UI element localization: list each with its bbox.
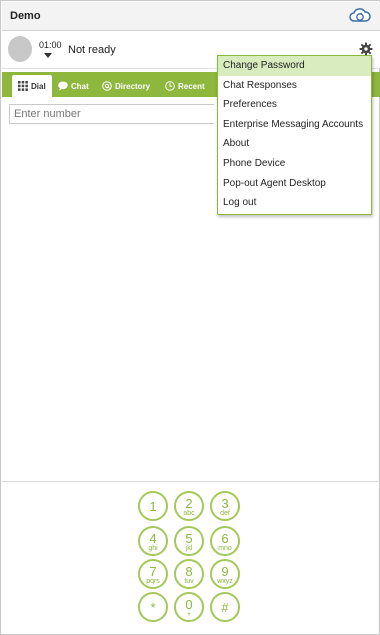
menu-item-chat-responses[interactable]: Chat Responses <box>218 76 371 96</box>
dial-key-letters: pqrs <box>146 578 160 585</box>
dial-key-hash[interactable]: # <box>210 592 240 622</box>
dial-key-letters: ghi <box>148 545 158 552</box>
number-input[interactable] <box>10 105 214 123</box>
dial-key-7[interactable]: 7 pqrs <box>138 559 168 589</box>
tab-chat-label: Chat <box>71 81 89 91</box>
dial-key-star[interactable]: * <box>138 592 168 622</box>
dial-key-letters: mno <box>218 545 232 552</box>
app-title: Demo <box>10 10 41 22</box>
menu-item-pop-out[interactable]: Pop-out Agent Desktop <box>218 174 371 194</box>
tab-dial-label: Dial <box>31 81 46 91</box>
dial-key-6[interactable]: 6 mno <box>210 526 240 556</box>
dial-key-digit: * <box>150 600 156 615</box>
dial-key-1[interactable]: 1 <box>138 491 168 521</box>
dial-key-digit: 1 <box>149 499 157 514</box>
settings-menu: Change Password Chat Responses Preferenc… <box>217 55 372 215</box>
dial-key-8[interactable]: 8 tuv <box>174 559 204 589</box>
dial-key-letters: tuv <box>184 578 194 585</box>
menu-item-preferences[interactable]: Preferences <box>218 95 371 115</box>
tab-recent[interactable]: Recent <box>159 75 211 97</box>
dial-key-3[interactable]: 3 def <box>210 491 240 521</box>
gear-icon[interactable] <box>359 42 373 56</box>
dial-key-digit: 7 <box>149 564 157 579</box>
status-dropdown-caret-icon[interactable] <box>44 53 52 58</box>
dial-key-digit: 3 <box>221 496 229 511</box>
status-timer: 01:00 <box>39 40 62 50</box>
dial-key-digit: 4 <box>149 531 157 546</box>
dial-key-letters: abc <box>183 510 195 517</box>
clock-icon <box>165 81 175 91</box>
avatar <box>8 36 32 62</box>
dial-key-9[interactable]: 9 wxyz <box>210 559 240 589</box>
cloud-sync-icon[interactable] <box>349 6 371 26</box>
tab-directory-label: Directory <box>115 81 151 91</box>
dial-key-letters: + <box>186 611 192 618</box>
grid-icon <box>18 81 28 91</box>
agent-state-label: Not ready <box>68 44 116 56</box>
dial-key-digit: 5 <box>185 531 193 546</box>
menu-item-change-password[interactable]: Change Password <box>218 56 371 76</box>
tab-directory[interactable]: Directory <box>96 75 156 97</box>
dial-key-0[interactable]: 0 + <box>174 592 204 622</box>
chat-bubble-icon <box>58 81 68 91</box>
tab-dial[interactable]: Dial <box>12 75 52 97</box>
menu-item-about[interactable]: About <box>218 134 371 154</box>
at-icon <box>102 81 112 91</box>
dial-key-4[interactable]: 4 ghi <box>138 526 168 556</box>
dial-key-2[interactable]: 2 abc <box>174 491 204 521</box>
dial-key-digit: 2 <box>185 496 193 511</box>
menu-item-log-out[interactable]: Log out <box>218 193 371 213</box>
dial-key-letters: wxyz <box>217 578 233 585</box>
keypad-divider <box>2 481 380 482</box>
agent-desktop-window: Demo 01:00 Not ready Dial Chat Directory… <box>0 0 380 635</box>
dial-key-letters: jkl <box>185 545 193 552</box>
dial-key-digit: 6 <box>221 531 229 546</box>
dial-key-digit: # <box>221 600 229 615</box>
dial-key-5[interactable]: 5 jkl <box>174 526 204 556</box>
menu-item-enterprise-messaging[interactable]: Enterprise Messaging Accounts <box>218 115 371 135</box>
menu-item-phone-device[interactable]: Phone Device <box>218 154 371 174</box>
dial-key-digit: 9 <box>221 564 229 579</box>
number-field-wrapper <box>9 104 214 124</box>
dial-key-digit: 0 <box>185 597 193 612</box>
title-bar: Demo <box>2 2 380 31</box>
dial-key-digit: 8 <box>185 564 193 579</box>
tab-recent-label: Recent <box>178 81 205 91</box>
tab-chat[interactable]: Chat <box>52 75 95 97</box>
dial-key-letters: def <box>220 510 230 517</box>
